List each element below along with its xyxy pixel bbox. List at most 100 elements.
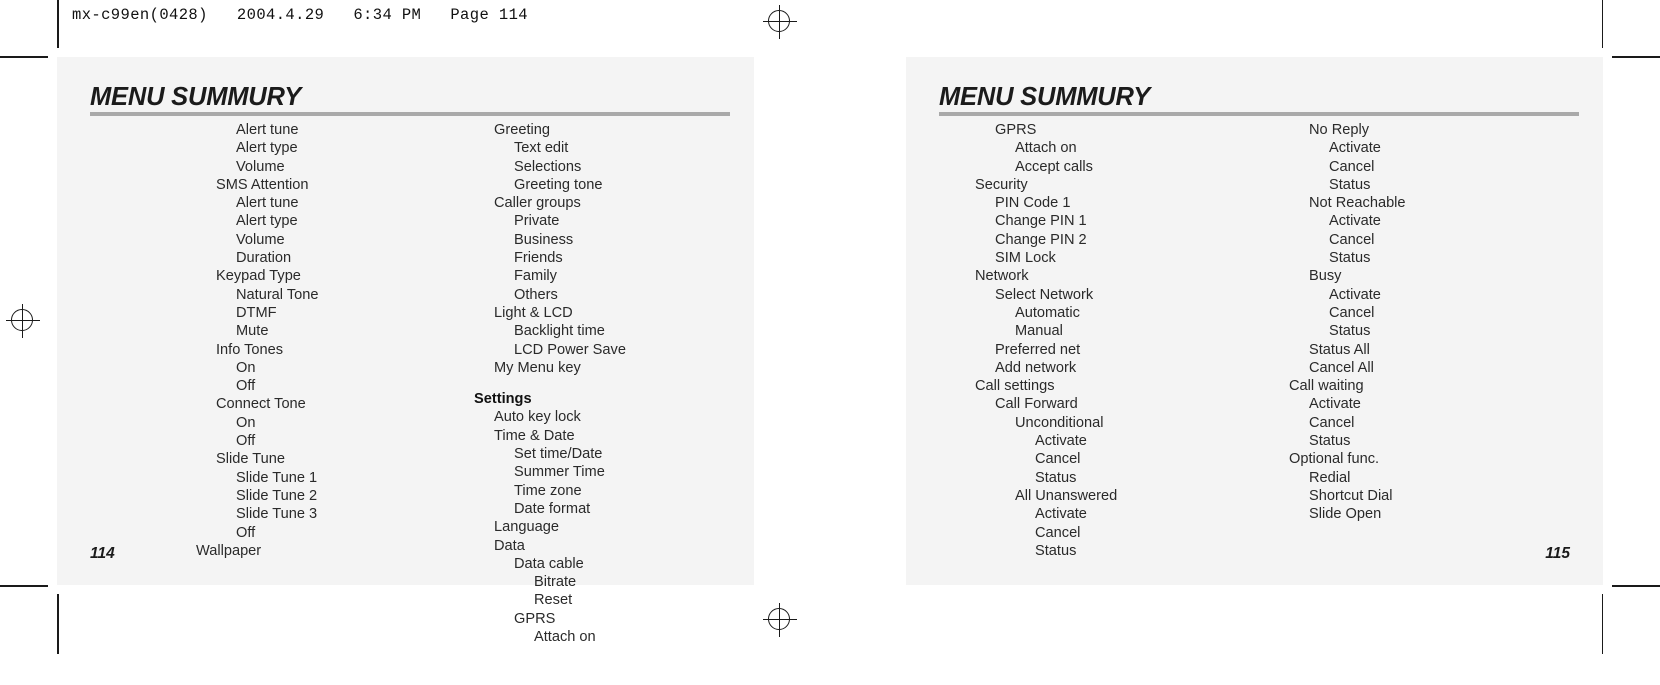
menu-item: Slide Tune 1 [236,469,318,486]
menu-item: Status All [1309,341,1370,358]
menu-item: Backlight time [514,323,605,340]
menu-item: Accept calls [1015,158,1093,175]
menu-item: Alert type [236,213,298,230]
trim-line-left-lower [57,594,59,654]
job-slug: mx-c99en(0428) 2004.4.29 6:34 PM Page 11… [72,6,528,24]
menu-item: Cancel [1329,158,1375,175]
registration-mark-left [6,304,40,338]
menu-item: DTMF [236,304,277,321]
menu-item: Shortcut Dial [1309,487,1393,504]
print-sheet: mx-c99en(0428) 2004.4.29 6:34 PM Page 11… [0,0,1660,685]
menu-item: Others [514,286,558,303]
menu-item: Data [494,537,525,554]
registration-mark-top [763,5,797,39]
trim-line-top-right [1612,56,1660,58]
menu-item: Call Forward [995,396,1078,413]
menu-column-4: No Reply Activate Cancel Status Not Reachabl… [1289,121,1406,524]
menu-item: Settings [474,391,532,408]
menu-item: Natural Tone [236,286,319,303]
menu-item: Manual [1015,323,1063,340]
menu-item: Unconditional [1015,414,1104,431]
menu-item: Slide Tune 2 [236,487,318,504]
registration-mark-bottom [763,603,797,637]
menu-item: Text edit [514,140,569,157]
menu-item: Greeting [494,122,550,138]
trim-line-bottom-right [1612,585,1660,587]
menu-item: On [236,414,256,431]
menu-item: Change PIN 1 [995,213,1087,230]
menu-item: Greeting tone [514,176,603,193]
menu-item: Time & Date [494,427,575,444]
menu-item: Private [514,213,560,230]
title-rule [939,112,1579,116]
menu-item: Data cable [514,555,584,572]
menu-item: Attach on [1015,140,1077,157]
menu-item: Selections [514,158,582,175]
menu-item: Cancel All [1309,359,1374,376]
menu-item: Network [975,268,1029,285]
menu-item: Activate [1309,396,1361,413]
menu-item: Duration [236,250,292,267]
menu-item: Alert tune [236,195,299,212]
menu-column-3: GPRS Attach on Accept calls Security PIN Cod… [975,121,1117,560]
menu-item: Set time/Date [514,446,603,463]
menu-item: Activate [1329,286,1381,303]
menu-item: Bitrate [534,574,577,591]
menu-item: Status [1035,469,1077,486]
menu-item: Reset [534,592,573,609]
menu-item: Volume [236,158,285,175]
menu-item: Activate [1035,506,1087,523]
menu-item: Slide Tune 3 [236,506,318,523]
menu-item: Friends [514,250,563,267]
menu-item: Light & LCD [494,304,573,321]
menu-item: Language [494,519,559,536]
menu-item: Status [1309,433,1351,450]
menu-item: Cancel [1329,304,1375,321]
menu-item: Info Tones [216,341,284,358]
menu-item: My Menu key [494,359,581,376]
menu-item: Activate [1329,213,1381,230]
menu-item: GPRS [514,610,556,627]
menu-item: Status [1035,542,1077,559]
trim-line-left-upper [57,0,59,48]
menu-item: LCD Power Save [514,341,626,358]
menu-item: On [236,359,256,376]
menu-item: No Reply [1309,122,1370,138]
menu-item: Family [514,268,557,285]
menu-item: Change PIN 2 [995,231,1087,248]
trim-line-right-lower [1601,594,1603,654]
trim-line-top-left [0,56,48,58]
menu-item: GPRS [995,122,1037,138]
menu-item: Cancel [1035,524,1081,541]
menu-item: Not Reachable [1309,195,1406,212]
menu-item: Status [1329,250,1371,267]
menu-item: Time zone [514,482,582,499]
trim-line-right-upper [1601,0,1603,48]
menu-item: PIN Code 1 [995,195,1071,212]
menu-item: Status [1329,176,1371,193]
menu-item: All Unanswered [1015,487,1118,504]
menu-item: Off [236,433,256,450]
menu-item: Connect Tone [216,396,306,413]
menu-item: Redial [1309,469,1351,486]
page-114: MENU SUMMURY 114 Alert tune Alert type Vol… [57,57,754,645]
menu-item: Slide Open [1309,506,1382,523]
title-rule [90,112,730,116]
menu-item: SMS Attention [216,176,309,193]
menu-item: Wallpaper [196,542,262,559]
menu-item: SIM Lock [995,250,1056,267]
menu-item: Activate [1329,140,1381,157]
menu-item: Preferred net [995,341,1081,358]
menu-item: Cancel [1309,414,1355,431]
menu-item: Keypad Type [216,268,301,285]
menu-item: Add network [995,359,1077,376]
menu-item: Busy [1309,268,1342,285]
menu-columns: Alert tune Alert type Volume SMS Attention A… [57,121,754,645]
menu-item: Call waiting [1289,378,1364,395]
menu-item: Cancel [1035,451,1081,468]
menu-item: Caller groups [494,195,581,212]
menu-item: Slide Tune [216,451,285,468]
menu-item: Volume [236,231,285,248]
menu-item: Mute [236,323,269,340]
menu-item: Business [514,231,574,248]
